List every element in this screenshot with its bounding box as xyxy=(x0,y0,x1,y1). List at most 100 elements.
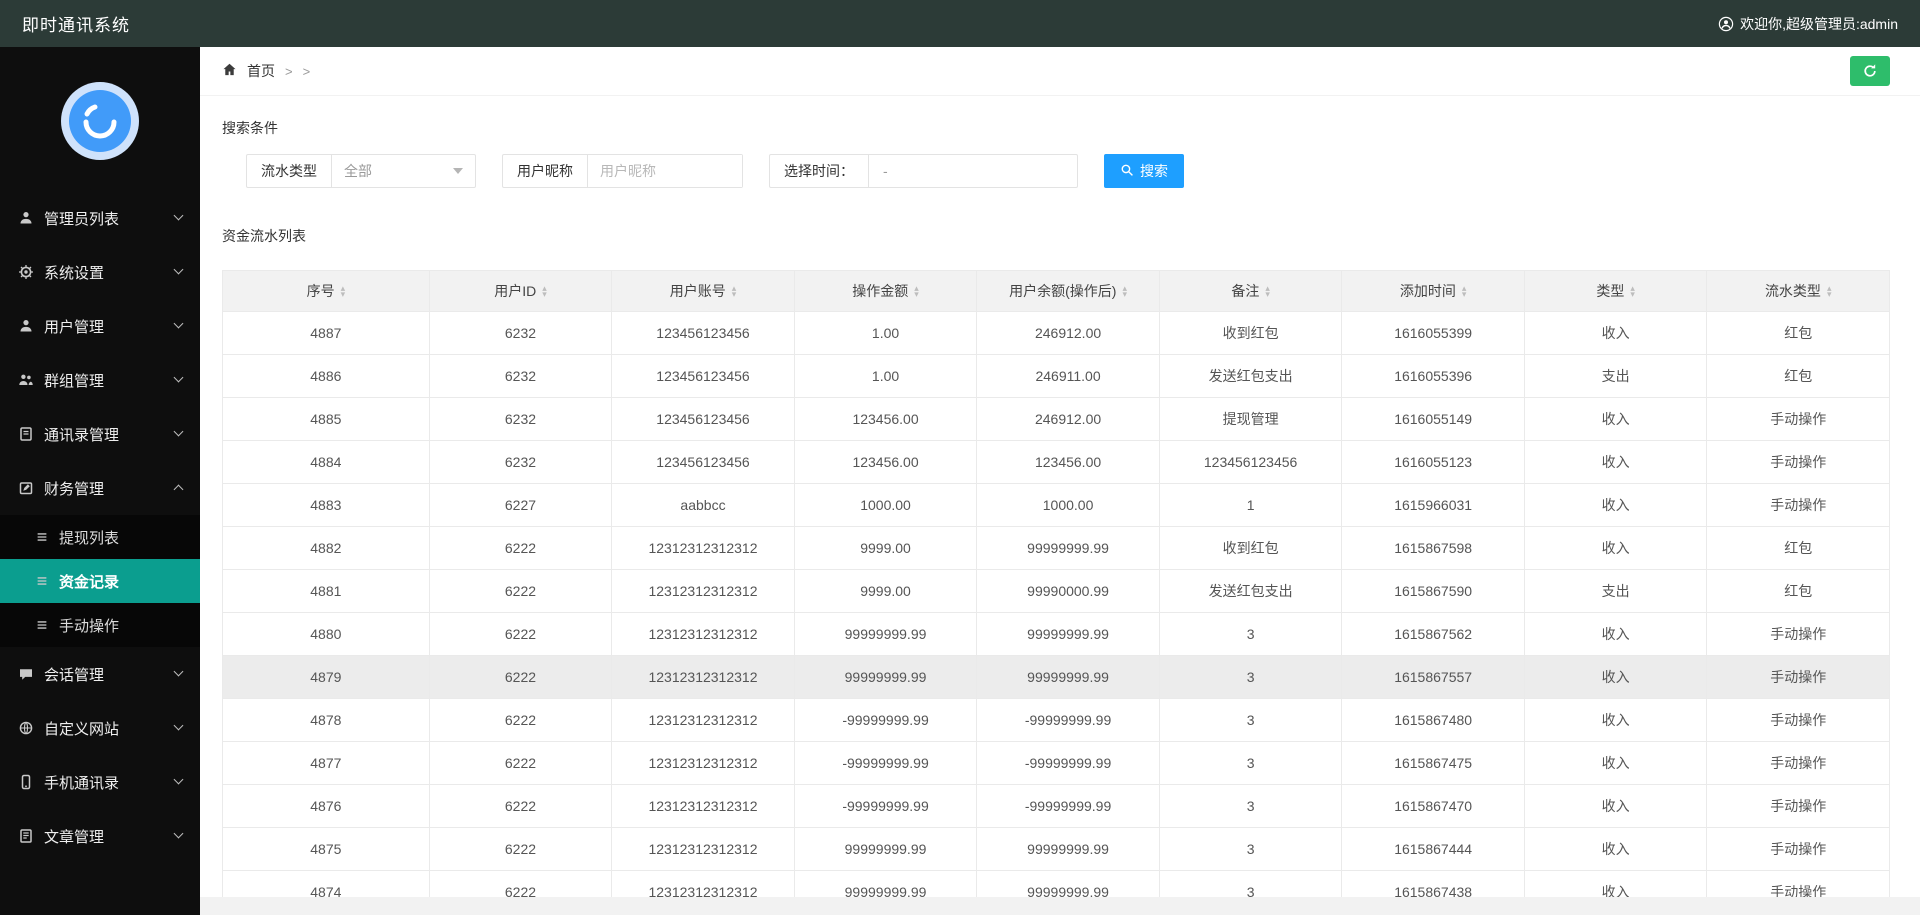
breadcrumb: 首页 > > xyxy=(200,47,1920,96)
column-header[interactable]: 备注 ▴ ▾ xyxy=(1158,270,1343,312)
sort-icon[interactable]: ▴ ▾ xyxy=(1462,284,1467,299)
table-cell: 手动操作 xyxy=(1706,698,1890,742)
sidebar-item-article-management[interactable]: 文章管理 xyxy=(0,809,200,863)
table-cell: 6232 xyxy=(428,354,613,398)
column-label: 用户余额(操作后) xyxy=(1009,283,1117,299)
table-cell: 123456123456 xyxy=(611,354,795,398)
sidebar-item-label: 系统设置 xyxy=(44,264,105,282)
flow-type-select[interactable]: 全部 xyxy=(332,155,475,187)
chevron-down-icon xyxy=(453,168,463,174)
sort-icon[interactable]: ▴ ▾ xyxy=(914,284,919,299)
table-row[interactable]: 4878 6222 12312312312312 -99999999.99 -99999… xyxy=(222,698,1890,742)
sidebar-item-group-management[interactable]: 群组管理 xyxy=(0,353,200,407)
refresh-button[interactable] xyxy=(1850,56,1890,86)
sort-icon[interactable]: ▴ ▾ xyxy=(1827,284,1832,299)
table-cell: 99990000.99 xyxy=(976,569,1160,613)
sidebar-subitem[interactable]: 提现列表 xyxy=(0,515,200,559)
sidebar-subitem-label: 手动操作 xyxy=(59,617,120,635)
time-range-group: 选择时间： - xyxy=(769,154,1078,188)
nickname-group: 用户昵称 xyxy=(502,154,743,188)
sidebar-subitem[interactable]: 手动操作 xyxy=(0,603,200,647)
column-label: 用户账号 xyxy=(669,283,726,299)
table-row[interactable]: 4877 6222 12312312312312 -99999999.99 -99999… xyxy=(222,741,1890,785)
table-cell: -99999999.99 xyxy=(976,698,1160,742)
table-cell: 收入 xyxy=(1523,311,1708,355)
table-row[interactable]: 4884 6232 123456123456 123456.00 123456.00 12… xyxy=(222,440,1890,484)
table-cell: 4886 xyxy=(222,354,430,398)
chevron-down-icon xyxy=(173,210,184,221)
sidebar-item-contacts-management[interactable]: 通讯录管理 xyxy=(0,407,200,461)
sidebar-item-label: 财务管理 xyxy=(44,480,105,498)
table-cell: 123456123456 xyxy=(611,311,795,355)
column-header[interactable]: 操作金额 ▴ ▾ xyxy=(793,270,978,312)
column-header[interactable]: 用户ID ▴ ▾ xyxy=(428,270,613,312)
gear-icon xyxy=(18,264,34,280)
table-cell: 123456.00 xyxy=(793,440,978,484)
table-cell: 4887 xyxy=(222,311,430,355)
sort-icon[interactable]: ▴ ▾ xyxy=(1630,284,1635,299)
table-row[interactable]: 4875 6222 12312312312312 99999999.99 9999999… xyxy=(222,827,1890,871)
sidebar-item-admin-list[interactable]: 管理员列表 xyxy=(0,191,200,245)
column-header[interactable]: 用户余额(操作后) ▴ ▾ xyxy=(976,270,1160,312)
sort-icon[interactable]: ▴ ▾ xyxy=(1265,284,1270,299)
table-cell: 6232 xyxy=(428,397,613,441)
table-row[interactable]: 4879 6222 12312312312312 99999999.99 9999999… xyxy=(222,655,1890,699)
table-cell: 手动操作 xyxy=(1706,741,1890,785)
table-cell: 3 xyxy=(1158,827,1343,871)
column-header[interactable]: 序号 ▴ ▾ xyxy=(222,270,430,312)
table-cell: 6222 xyxy=(428,612,613,656)
table-row[interactable]: 4880 6222 12312312312312 99999999.99 9999999… xyxy=(222,612,1890,656)
table-row[interactable]: 4883 6227 aabbcc 1000.00 1000.00 1 1615966031 收… xyxy=(222,483,1890,527)
column-header[interactable]: 类型 ▴ ▾ xyxy=(1523,270,1708,312)
column-header[interactable]: 用户账号 ▴ ▾ xyxy=(611,270,795,312)
chevron-up-icon xyxy=(173,484,184,495)
sidebar-item-label: 自定义网站 xyxy=(44,720,120,738)
table-cell: 收入 xyxy=(1523,440,1708,484)
sidebar-item-custom-website[interactable]: 自定义网站 xyxy=(0,701,200,755)
article-icon xyxy=(18,828,34,844)
table-row[interactable]: 4886 6232 123456123456 1.00 246911.00 发送红包支出 1… xyxy=(222,354,1890,398)
chevron-down-icon xyxy=(173,774,184,785)
table-row[interactable]: 4876 6222 12312312312312 -99999999.99 -99999… xyxy=(222,784,1890,828)
sidebar-item-phone-contacts[interactable]: 手机通讯录 xyxy=(0,755,200,809)
table-cell: 收入 xyxy=(1523,655,1708,699)
sidebar-item-session-management[interactable]: 会话管理 xyxy=(0,647,200,701)
sidebar-item-label: 手机通讯录 xyxy=(44,774,120,792)
welcome-area[interactable]: 欢迎你,超级管理员:admin xyxy=(1718,14,1898,34)
search-icon xyxy=(1120,163,1134,180)
table-cell: 红包 xyxy=(1706,354,1890,398)
sort-icon[interactable]: ▴ ▾ xyxy=(341,284,346,299)
table-cell: 99999999.99 xyxy=(976,612,1160,656)
main-area: 首页 > > 搜索条件 流水类型 全部 用户昵称 选择时间： xyxy=(200,47,1920,915)
sidebar-subitem[interactable]: 资金记录 xyxy=(0,559,200,603)
sort-icon[interactable]: ▴ ▾ xyxy=(1122,284,1127,299)
table-cell: 发送红包支出 xyxy=(1158,354,1343,398)
sidebar-subitem-label: 提现列表 xyxy=(59,529,120,547)
list-icon xyxy=(34,573,50,589)
sort-icon[interactable]: ▴ ▾ xyxy=(732,284,737,299)
search-button[interactable]: 搜索 xyxy=(1104,154,1184,188)
table-cell: 1615867444 xyxy=(1341,827,1525,871)
column-label: 添加时间 xyxy=(1399,283,1456,299)
time-range-input[interactable]: - xyxy=(869,155,1077,187)
chevron-down-icon xyxy=(173,666,184,677)
table-cell: 12312312312312 xyxy=(611,655,795,699)
table-row[interactable]: 4885 6232 123456123456 123456.00 246912.00 提现… xyxy=(222,397,1890,441)
table-cell: -99999999.99 xyxy=(976,741,1160,785)
column-header[interactable]: 流水类型 ▴ ▾ xyxy=(1706,270,1890,312)
table-row[interactable]: 4881 6222 12312312312312 9999.00 99990000.99… xyxy=(222,569,1890,613)
sidebar: 管理员列表系统设置用户管理 群组管理 通讯录管理财务管理提现列表资金记录手动操作会话… xyxy=(0,47,200,915)
column-label: 流水类型 xyxy=(1764,283,1821,299)
sidebar-item-finance-management[interactable]: 财务管理 xyxy=(0,461,200,515)
table-row[interactable]: 4882 6222 12312312312312 9999.00 99999999.99… xyxy=(222,526,1890,570)
sidebar-item-system-settings[interactable]: 系统设置 xyxy=(0,245,200,299)
column-label: 序号 xyxy=(306,283,335,299)
sort-icon[interactable]: ▴ ▾ xyxy=(542,284,547,299)
table-row[interactable]: 4887 6232 123456123456 1.00 246912.00 收到红包 161… xyxy=(222,311,1890,355)
sidebar-item-user-management[interactable]: 用户管理 xyxy=(0,299,200,353)
app-logo xyxy=(0,47,200,161)
column-header[interactable]: 添加时间 ▴ ▾ xyxy=(1341,270,1525,312)
nickname-input[interactable] xyxy=(588,155,742,187)
list-icon xyxy=(34,529,50,545)
breadcrumb-home[interactable]: 首页 xyxy=(247,61,275,81)
